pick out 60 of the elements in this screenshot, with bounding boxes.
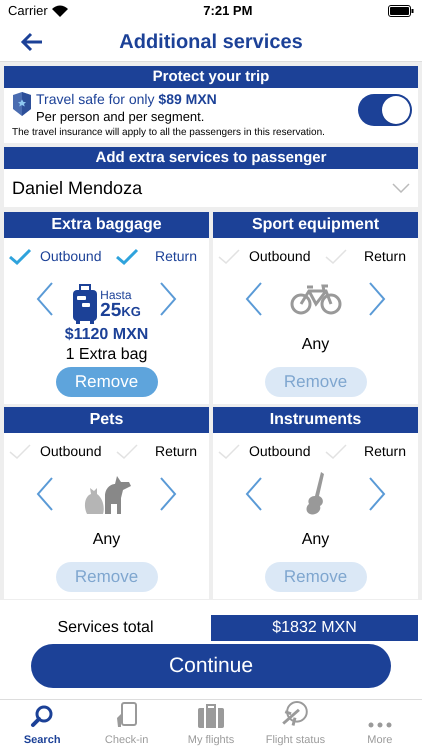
phone-in-hand-icon [116,702,138,728]
carrier-label: Carrier [8,2,48,20]
search-icon [30,704,54,728]
insurance-toggle[interactable] [358,94,412,126]
bicycle-icon [290,283,342,315]
tab-bar-item[interactable]: Flight status [253,700,338,750]
service-detail: Any [302,530,330,550]
return-label: Return [364,442,406,461]
back-arrow-icon[interactable] [20,32,44,52]
chevron-left-icon[interactable] [245,477,263,511]
insurance-note: The travel insurance will apply to all the passengers in this reservation. [12,126,325,140]
outbound-label: Outbound [249,247,310,266]
return-label: Return [364,247,406,266]
service-title: Extra baggage [51,215,162,235]
tab-bar-item[interactable]: Check-in [84,700,169,750]
section-title: Add extra services to passenger [96,148,326,168]
wifi-icon [52,5,68,17]
tab-bar-item[interactable]: Search [0,700,84,750]
tab-bar-item[interactable]: More [338,700,422,750]
chevron-left-icon[interactable] [245,282,263,316]
service-title: Pets [90,410,124,430]
return-label: Return [154,442,197,461]
tab-bar-item[interactable]: My flights [168,700,254,750]
more-icon [368,722,392,728]
service-title: Sport equipment [252,215,380,235]
status-time: 7:21 PM [203,2,252,20]
service-price: $1120 MXN [64,325,148,345]
suitcase-icon [72,284,98,324]
outbound-label: Outbound [40,247,102,266]
chevron-right-icon[interactable] [158,282,177,316]
shield-star-icon [12,91,32,118]
chevron-down-icon [392,183,410,193]
chevron-right-icon[interactable] [368,477,386,511]
chevron-left-icon[interactable] [36,477,54,511]
insurance-subtitle: Per person and per segment. [36,108,206,125]
insurance-offer: Travel safe for only $89 MXN [36,91,217,109]
chevron-left-icon[interactable] [36,282,54,316]
continue-button[interactable]: Continue [31,644,391,688]
outbound-label: Outbound [249,442,310,461]
total-label: Services total [56,618,155,638]
service-detail: Any [92,530,120,550]
remove-button[interactable]: Remove [56,367,158,397]
suitcase-icon [197,704,226,728]
return-label: Return [154,247,197,266]
passenger-dropdown[interactable]: Daniel Mendoza [4,169,418,207]
checkmark-icon[interactable] [114,248,139,266]
total-value: $1832 MXN [272,618,357,638]
weight-value: 25KG [100,301,141,320]
chevron-right-icon[interactable] [368,282,386,316]
outbound-label: Outbound [40,442,102,461]
service-detail: 1 Extra bag [66,345,148,365]
plane-clock-icon [281,700,310,728]
battery-icon [388,5,414,17]
service-detail: Any [302,335,330,355]
page-title: Additional services [119,30,303,54]
service-title: Instruments [270,410,362,430]
section-title: Protect your trip [152,66,270,87]
chevron-right-icon[interactable] [159,477,177,511]
weight-caption: Hasta [100,289,133,301]
checkmark-icon[interactable] [8,248,32,266]
